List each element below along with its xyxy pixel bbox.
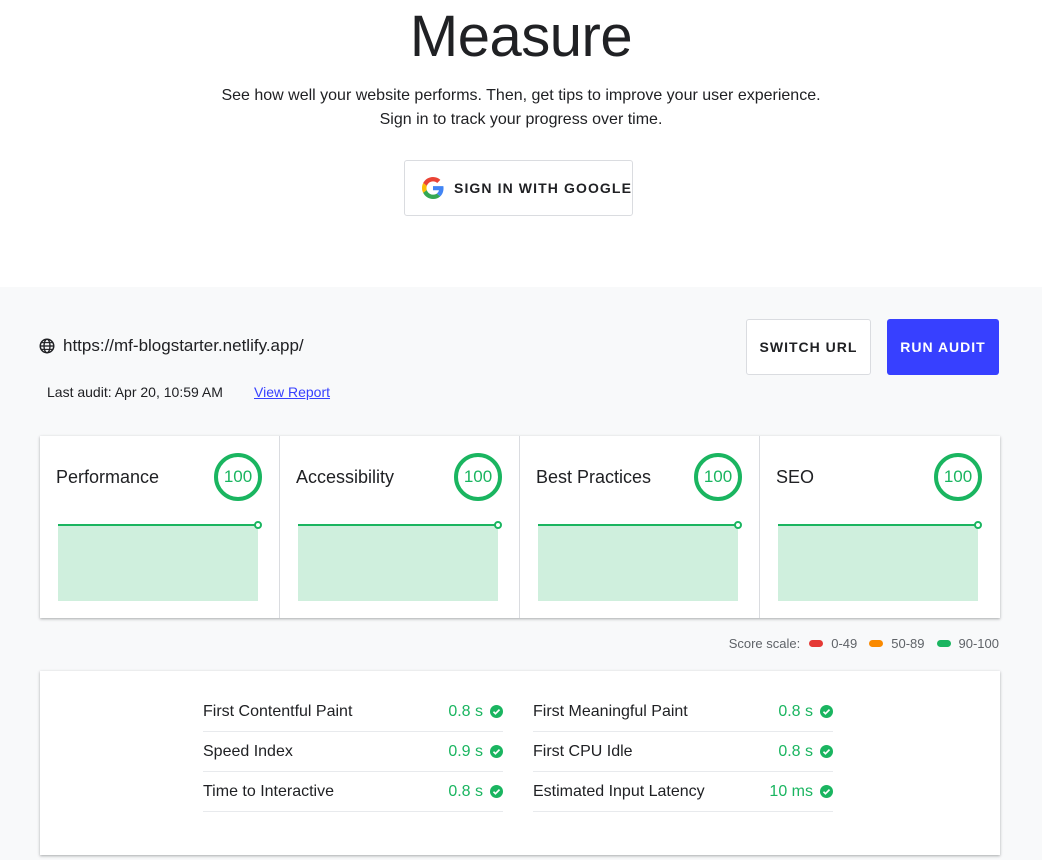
metric-name: Estimated Input Latency [533,782,705,800]
score-card-seo[interactable]: SEO 100 [760,436,1000,618]
sign-in-label: SIGN IN WITH GOOGLE [454,180,633,196]
history-point[interactable] [254,521,262,529]
history-point[interactable] [974,521,982,529]
score-history-chart [778,521,982,601]
page-title: Measure [409,4,633,69]
metrics-column-right: First Meaningful Paint 0.8 s First CPU I… [533,702,833,822]
metric-name: Speed Index [203,742,293,760]
metric-row: Speed Index 0.9 s [203,732,503,772]
score-history-chart [58,521,262,601]
metric-name: First Contentful Paint [203,702,353,720]
score-value: 100 [703,467,733,486]
scale-item-fail: 0-49 [809,636,857,651]
history-point[interactable] [734,521,742,529]
check-circle-icon [820,785,833,798]
score-value: 100 [943,467,973,486]
score-scale-label: Score scale: [728,636,801,651]
score-card-title: Best Practices [536,467,652,487]
history-area [58,525,258,601]
check-circle-icon [490,785,503,798]
check-circle-icon [490,705,503,718]
metric-name: First Meaningful Paint [533,702,688,720]
scale-item-pass: 90-100 [936,636,999,651]
view-report-link[interactable]: View Report [254,384,330,400]
metric-value: 0.9 s [448,742,483,760]
score-history-chart [298,521,502,601]
score-card-accessibility[interactable]: Accessibility 100 [280,436,520,618]
score-card-title: Accessibility [296,467,395,487]
history-area [298,525,498,601]
score-value: 100 [223,467,253,486]
orange-pill-icon [869,640,884,647]
history-area [778,525,978,601]
metric-value: 0.8 s [778,702,813,720]
switch-url-button[interactable]: SWITCH URL [746,319,871,375]
score-value: 100 [463,467,493,486]
metric-row: Estimated Input Latency 10 ms [533,772,833,812]
check-circle-icon [820,705,833,718]
history-point[interactable] [494,521,502,529]
hero-subtitle-line1: See how well your website performs. Then… [221,87,821,104]
score-history-chart [538,521,742,601]
metric-name: First CPU Idle [533,742,633,760]
scale-range-label: 90-100 [958,636,999,651]
score-scale-legend: Score scale: 0-49 50-89 90-100 [729,636,999,651]
metric-row: First Meaningful Paint 0.8 s [533,692,833,732]
history-area [538,525,738,601]
red-pill-icon [809,640,824,647]
check-circle-icon [820,745,833,758]
score-gauge: 100 [934,453,982,501]
metric-row: First Contentful Paint 0.8 s [203,692,503,732]
run-audit-button[interactable]: RUN AUDIT [887,319,999,375]
score-card-title: Performance [56,467,160,487]
audited-url: https://mf-blogstarter.netlify.app/ [38,336,304,356]
score-gauge: 100 [214,453,262,501]
scale-range-label: 0-49 [831,636,858,651]
green-pill-icon [936,640,951,647]
metrics-column-left: First Contentful Paint 0.8 s Speed Index… [203,702,503,822]
metric-row: Time to Interactive 0.8 s [203,772,503,812]
score-gauge: 100 [454,453,502,501]
globe-icon [39,338,55,354]
metric-value: 0.8 s [778,742,813,760]
last-audit-timestamp: Last audit: Apr 20, 10:59 AM [47,384,223,400]
scale-range-label: 50-89 [891,636,925,651]
google-g-icon [422,177,444,199]
metric-value: 10 ms [769,782,813,800]
check-circle-icon [490,745,503,758]
score-cards: Performance 100 Accessibility 100 Best P… [40,436,1000,618]
scale-item-average: 50-89 [869,636,925,651]
metric-value: 0.8 s [448,782,483,800]
metric-name: Time to Interactive [203,782,335,800]
sign-in-with-google-button[interactable]: SIGN IN WITH GOOGLE [404,160,633,216]
metrics-panel: First Contentful Paint 0.8 s Speed Index… [40,671,1000,855]
hero-subtitle-line2: Sign in to track your progress over time… [379,111,663,128]
url-text: https://mf-blogstarter.netlify.app/ [63,336,304,355]
score-card-best-practices[interactable]: Best Practices 100 [520,436,760,618]
score-card-performance[interactable]: Performance 100 [40,436,280,618]
hero-section: Measure See how well your website perfor… [0,0,1042,287]
score-gauge: 100 [694,453,742,501]
score-card-title: SEO [776,467,815,487]
metric-row: First CPU Idle 0.8 s [533,732,833,772]
metric-value: 0.8 s [448,702,483,720]
